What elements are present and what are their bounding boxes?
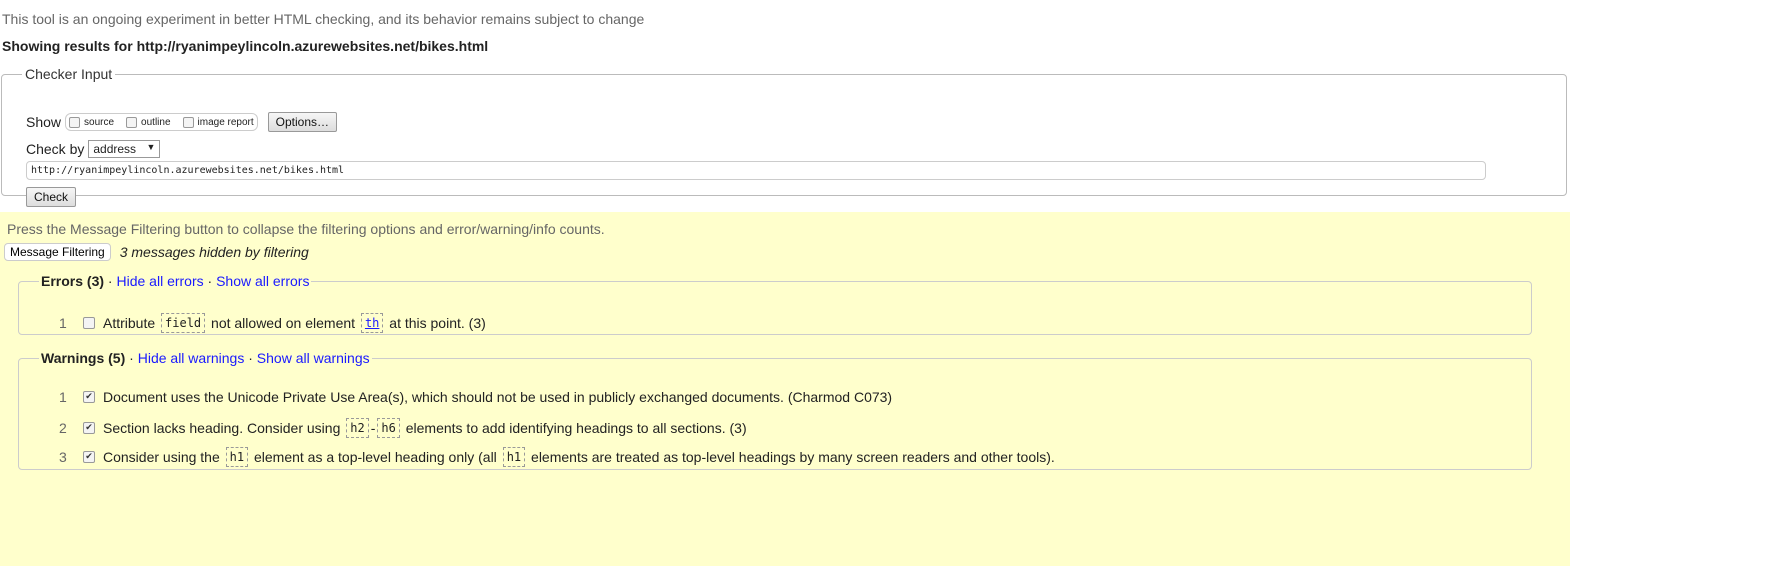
image-report-checkbox[interactable] xyxy=(182,116,194,128)
hidden-messages-count: 3 messages hidden by filtering xyxy=(119,244,309,260)
separator: · xyxy=(248,350,253,366)
element-code: h1 xyxy=(225,447,249,467)
separator: · xyxy=(107,273,113,289)
item-number: 3 xyxy=(59,449,67,465)
warning-item: 3 ✔ Consider using the h1 element as a t… xyxy=(59,447,1055,467)
show-all-errors-link[interactable]: Show all errors xyxy=(216,273,309,289)
warning-item: 1 ✔ Document uses the Unicode Private Us… xyxy=(59,389,892,405)
error-item: 1 Attribute field not allowed on element… xyxy=(59,313,486,333)
showing-results-heading: Showing results for http://ryanimpeylinc… xyxy=(2,38,489,54)
outline-label: outline xyxy=(141,116,171,128)
warning-filter-checkbox[interactable]: ✔ xyxy=(83,391,95,403)
check-by-label: Check by xyxy=(26,141,85,157)
item-number: 2 xyxy=(59,420,67,436)
element-code: th xyxy=(360,313,384,333)
image-report-label: image report xyxy=(197,116,254,128)
message-text: elements to add identifying headings to … xyxy=(405,420,747,436)
warnings-title: Warnings (5) xyxy=(41,350,126,366)
separator: · xyxy=(129,350,134,366)
show-label: Show xyxy=(26,114,62,130)
error-filter-checkbox[interactable] xyxy=(83,317,95,329)
show-options-group: source outline image report xyxy=(65,113,258,131)
element-code: h1 xyxy=(502,447,526,467)
checker-input-panel: Checker Input Show source outline image … xyxy=(1,66,1567,207)
source-label: source xyxy=(84,116,115,128)
separator: · xyxy=(207,273,213,289)
message-text: Section lacks heading. Consider using xyxy=(103,420,341,436)
message-text: Attribute xyxy=(103,315,156,331)
warning-filter-checkbox[interactable]: ✔ xyxy=(83,422,95,434)
warning-filter-checkbox[interactable]: ✔ xyxy=(83,451,95,463)
message-text: Document uses the Unicode Private Use Ar… xyxy=(103,389,893,405)
message-filtering-button[interactable]: Message Filtering xyxy=(4,243,111,261)
hide-all-warnings-link[interactable]: Hide all warnings xyxy=(138,350,245,366)
message-text: Consider using the xyxy=(103,449,220,465)
message-text: elements are treated as top-level headin… xyxy=(531,449,1055,465)
warning-item: 2 ✔ Section lacks heading. Consider usin… xyxy=(59,418,747,438)
check-by-select[interactable]: address ▼ xyxy=(88,140,161,158)
item-number: 1 xyxy=(59,389,67,405)
outline-checkbox[interactable] xyxy=(126,116,138,128)
element-code: h2 xyxy=(346,418,369,438)
check-by-value: address xyxy=(93,142,137,156)
filtering-instructions: Press the Message Filtering button to co… xyxy=(7,221,605,237)
element-code: h6 xyxy=(377,418,400,438)
results-area: Press the Message Filtering button to co… xyxy=(0,212,1570,566)
url-input[interactable]: http://ryanimpeylincoln.azurewebsites.ne… xyxy=(26,161,1486,180)
show-outline-option[interactable]: outline xyxy=(126,116,171,128)
message-text: not allowed on element xyxy=(211,315,356,331)
th-element-link[interactable]: th xyxy=(365,316,379,330)
errors-group: Errors (3) · Hide all errors · Show all … xyxy=(18,273,1532,335)
experiment-notice: This tool is an ongoing experiment in be… xyxy=(2,11,645,27)
show-all-warnings-link[interactable]: Show all warnings xyxy=(257,350,370,366)
attribute-code: field xyxy=(161,313,206,333)
options-button[interactable]: Options… xyxy=(267,112,338,132)
range-dash: - xyxy=(370,420,376,436)
item-number: 1 xyxy=(59,315,67,331)
check-button[interactable]: Check xyxy=(26,187,77,207)
source-checkbox[interactable] xyxy=(69,116,81,128)
checker-input-legend: Checker Input xyxy=(25,66,113,82)
show-source-option[interactable]: source xyxy=(69,116,115,128)
message-text: element as a top-level heading only (all xyxy=(253,449,497,465)
warnings-legend: Warnings (5) · Hide all warnings · Show … xyxy=(39,350,372,366)
errors-title: Errors (3) xyxy=(41,273,105,289)
errors-legend: Errors (3) · Hide all errors · Show all … xyxy=(39,273,311,289)
message-text: at this point. (3) xyxy=(389,315,486,331)
warnings-group: Warnings (5) · Hide all warnings · Show … xyxy=(18,350,1532,470)
hide-all-errors-link[interactable]: Hide all errors xyxy=(116,273,203,289)
chevron-down-icon: ▼ xyxy=(146,142,156,152)
show-image-report-option[interactable]: image report xyxy=(182,116,254,128)
